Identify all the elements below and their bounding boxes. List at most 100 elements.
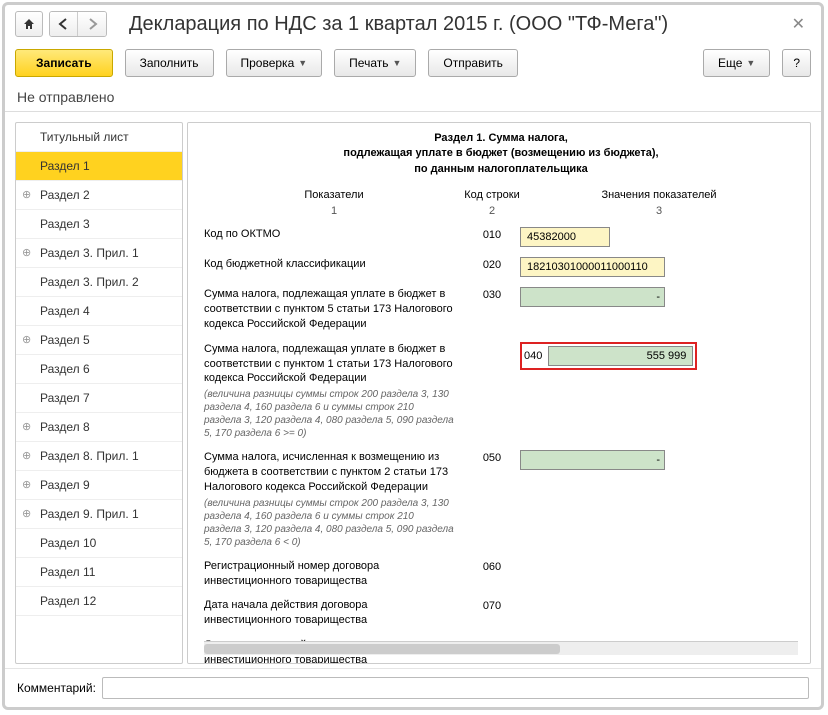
window-title: Декларация по НДС за 1 квартал 2015 г. (… bbox=[113, 13, 780, 36]
row-label: Сумма налога, подлежащая уплате в бюджет… bbox=[204, 287, 464, 332]
sidebar-item-label: Раздел 2 bbox=[40, 188, 90, 202]
main-panel: Раздел 1. Сумма налога, подлежащая уплат… bbox=[187, 122, 811, 664]
sidebar-item-label: Раздел 3. Прил. 1 bbox=[40, 246, 139, 260]
sidebar-item-9[interactable]: Раздел 7 bbox=[16, 384, 182, 413]
form-row-020: Код бюджетной классификации0201821030100… bbox=[204, 257, 798, 277]
form-row-040: Сумма налога, подлежащая уплате в бюджет… bbox=[204, 342, 798, 441]
expand-icon: ⊕ bbox=[22, 420, 31, 433]
form-row-060: Регистрационный номер договора инвестици… bbox=[204, 559, 798, 589]
more-label: Еще bbox=[718, 56, 742, 70]
sidebar-item-13[interactable]: ⊕Раздел 9. Прил. 1 bbox=[16, 500, 182, 529]
sidebar-item-10[interactable]: ⊕ Раздел 8 bbox=[16, 413, 182, 442]
arrow-right-icon bbox=[85, 18, 99, 30]
save-button[interactable]: Записать bbox=[15, 49, 113, 77]
home-icon bbox=[22, 17, 36, 31]
value-field-050[interactable]: - bbox=[520, 450, 665, 470]
column-numbers: 1 2 3 bbox=[204, 205, 798, 217]
row-label: Регистрационный номер договора инвестици… bbox=[204, 559, 464, 589]
sidebar-item-label: Раздел 3. Прил. 2 bbox=[40, 275, 139, 289]
expand-icon: ⊕ bbox=[22, 246, 31, 259]
chevron-down-icon: ▼ bbox=[746, 58, 755, 68]
row-label: Дата начала действия договора инвестицио… bbox=[204, 598, 464, 628]
sidebar-item-label: Титульный лист bbox=[40, 130, 129, 144]
toolbar: Записать Заполнить Проверка▼ Печать▼ Отп… bbox=[5, 43, 821, 85]
sidebar-item-label: Раздел 5 bbox=[40, 333, 90, 347]
titlebar: Декларация по НДС за 1 квартал 2015 г. (… bbox=[5, 5, 821, 43]
row-value-cell: - bbox=[520, 287, 798, 310]
help-button[interactable]: ? bbox=[782, 49, 811, 77]
chevron-down-icon: ▼ bbox=[298, 58, 307, 68]
sidebar-item-2[interactable]: ⊕ Раздел 2 bbox=[16, 181, 182, 210]
row-note: (величина разницы суммы строк 200 раздел… bbox=[204, 388, 454, 440]
arrow-left-icon bbox=[57, 18, 71, 30]
row-value-cell: 45382000 bbox=[520, 227, 798, 247]
horizontal-scrollbar[interactable] bbox=[204, 641, 798, 655]
check-button[interactable]: Проверка▼ bbox=[226, 49, 323, 77]
sidebar-item-4[interactable]: ⊕ Раздел 3. Прил. 1 bbox=[16, 239, 182, 268]
expand-icon: ⊕ bbox=[22, 188, 31, 201]
row-value-cell: 18210301000011000110 bbox=[520, 257, 798, 277]
value-field-020[interactable]: 18210301000011000110 bbox=[520, 257, 665, 277]
sidebar-item-11[interactable]: ⊕ Раздел 8. Прил. 1 bbox=[16, 442, 182, 471]
print-label: Печать bbox=[349, 56, 388, 70]
row-value-cell: 040 555 999 bbox=[520, 342, 798, 370]
value-field-030[interactable]: - bbox=[520, 287, 665, 307]
sidebar-item-label: Раздел 6 bbox=[40, 362, 90, 376]
footer: Комментарий: bbox=[5, 668, 821, 707]
row-label: Код по ОКТМО bbox=[204, 227, 464, 242]
row-code: 030 bbox=[464, 287, 520, 301]
sidebar-item-15[interactable]: Раздел 11 bbox=[16, 558, 182, 587]
send-button[interactable]: Отправить bbox=[428, 49, 518, 77]
row-code-inline: 040 bbox=[524, 350, 542, 362]
sidebar-item-8[interactable]: Раздел 6 bbox=[16, 355, 182, 384]
row-code: 010 bbox=[464, 227, 520, 241]
sidebar: Титульный листРаздел 1⊕Раздел 2Раздел 3⊕… bbox=[15, 122, 183, 664]
form-row-010: Код по ОКТМО01045382000 bbox=[204, 227, 798, 247]
home-button[interactable] bbox=[15, 11, 43, 37]
sidebar-item-5[interactable]: Раздел 3. Прил. 2 bbox=[16, 268, 182, 297]
row-label: Сумма налога, подлежащая уплате в бюджет… bbox=[204, 342, 464, 441]
sidebar-item-label: Раздел 8 bbox=[40, 420, 90, 434]
row-label: Сумма налога, исчисленная к возмещению и… bbox=[204, 450, 464, 549]
close-button[interactable]: ✕ bbox=[786, 14, 811, 34]
fill-button[interactable]: Заполнить bbox=[125, 49, 214, 77]
sidebar-item-6[interactable]: Раздел 4 bbox=[16, 297, 182, 326]
value-field-040[interactable]: 555 999 bbox=[548, 346, 693, 366]
row-code: 070 bbox=[464, 598, 520, 612]
sidebar-item-7[interactable]: ⊕ Раздел 5 bbox=[16, 326, 182, 355]
sidebar-item-0[interactable]: Титульный лист bbox=[16, 123, 182, 152]
section-title: Раздел 1. Сумма налога, подлежащая уплат… bbox=[204, 131, 798, 177]
status-text: Не отправлено bbox=[5, 85, 821, 111]
expand-icon: ⊕ bbox=[22, 478, 31, 491]
row-value-cell: - bbox=[520, 450, 798, 473]
comment-input[interactable] bbox=[102, 677, 809, 699]
nav-group bbox=[49, 11, 107, 37]
row-code: 050 bbox=[464, 450, 520, 464]
sidebar-item-12[interactable]: ⊕ Раздел 9 bbox=[16, 471, 182, 500]
form-row-070: Дата начала действия договора инвестицио… bbox=[204, 598, 798, 628]
comment-label: Комментарий: bbox=[17, 681, 96, 695]
expand-icon: ⊕ bbox=[22, 333, 31, 346]
row-code: 060 bbox=[464, 559, 520, 573]
sidebar-item-label: Раздел 9 bbox=[40, 478, 90, 492]
print-button[interactable]: Печать▼ bbox=[334, 49, 416, 77]
sidebar-item-label: Раздел 8. Прил. 1 bbox=[40, 449, 139, 463]
row-code bbox=[464, 342, 520, 344]
row-label: Код бюджетной классификации bbox=[204, 257, 464, 272]
expand-icon: ⊕ bbox=[22, 449, 31, 462]
sidebar-item-label: Раздел 1 bbox=[40, 159, 90, 173]
sidebar-item-14[interactable]: Раздел 10 bbox=[16, 529, 182, 558]
forward-button[interactable] bbox=[78, 12, 106, 36]
sidebar-item-1[interactable]: Раздел 1 bbox=[16, 152, 182, 181]
sidebar-item-label: Раздел 12 bbox=[40, 594, 96, 608]
row-note: (величина разницы суммы строк 200 раздел… bbox=[204, 497, 454, 549]
check-label: Проверка bbox=[241, 56, 295, 70]
value-field-010[interactable]: 45382000 bbox=[520, 227, 610, 247]
sidebar-item-16[interactable]: Раздел 12 bbox=[16, 587, 182, 616]
more-button[interactable]: Еще ▼ bbox=[703, 49, 770, 77]
expand-icon: ⊕ bbox=[22, 507, 31, 520]
sidebar-item-3[interactable]: Раздел 3 bbox=[16, 210, 182, 239]
back-button[interactable] bbox=[50, 12, 78, 36]
column-headers: Показатели Код строки Значения показател… bbox=[204, 189, 798, 201]
sidebar-item-label: Раздел 10 bbox=[40, 536, 96, 550]
